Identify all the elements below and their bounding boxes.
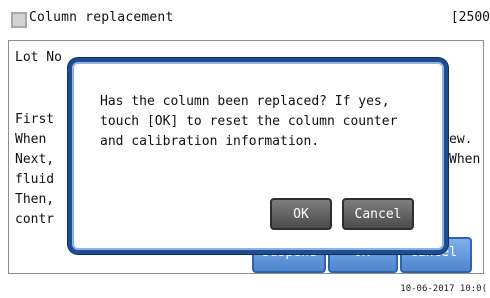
title-right-text: [2500 [450, 10, 490, 25]
instruction-line: Then, [15, 192, 55, 207]
instruction-line: fluid [15, 172, 55, 187]
instruction-line-right: When [449, 152, 481, 167]
window: Column replacement [2500 Lot No First Wh… [0, 0, 490, 298]
instruction-line: contr [15, 212, 55, 227]
instruction-line: First [15, 112, 55, 127]
cancel-button[interactable]: Cancel [342, 198, 414, 230]
instruction-line-right: ew. [449, 132, 473, 147]
instruction-line: Next, [15, 152, 55, 167]
instruction-line: When [15, 132, 47, 147]
window-title: Column replacement [29, 10, 174, 25]
status-datetime: 10-06-2017 10:0( [400, 284, 487, 294]
lot-number-label: Lot No [15, 50, 62, 65]
confirm-dialog: Has the column been replaced? If yes, to… [68, 58, 448, 254]
dialog-message: Has the column been replaced? If yes, to… [100, 94, 398, 149]
window-icon [11, 12, 27, 28]
title-bar: Column replacement [2500 [0, 0, 490, 36]
ok-button[interactable]: OK [270, 198, 332, 230]
